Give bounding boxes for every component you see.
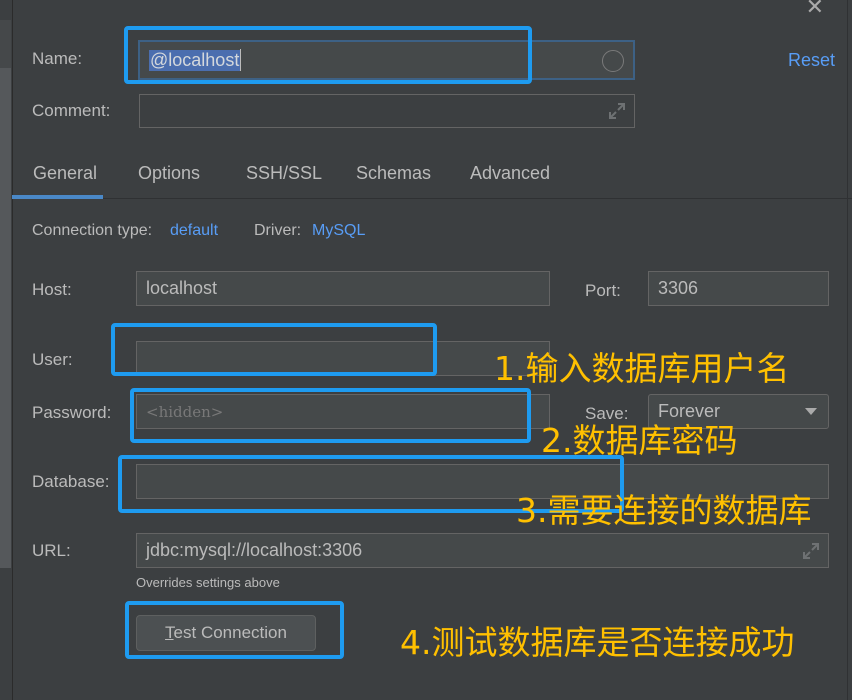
host-value: localhost xyxy=(146,278,218,298)
circle-icon[interactable] xyxy=(602,50,624,72)
tab-schemas[interactable]: Schemas xyxy=(356,163,431,184)
connection-type-link[interactable]: default xyxy=(170,222,218,240)
url-hint: Overrides settings above xyxy=(136,575,280,590)
connection-type-label: Connection type: xyxy=(32,222,153,239)
tab-advanced[interactable]: Advanced xyxy=(470,163,550,184)
text-cursor xyxy=(240,49,242,71)
url-label: URL: xyxy=(32,541,71,560)
url-input[interactable]: jdbc:mysql://localhost:3306 xyxy=(136,533,829,568)
reset-link[interactable]: Reset xyxy=(788,50,835,71)
comment-label: Comment: xyxy=(32,101,111,120)
active-tab-indicator xyxy=(12,195,103,199)
test-connection-button[interactable]: Test Connection xyxy=(136,615,316,651)
tab-divider xyxy=(12,198,852,199)
right-edge-strip xyxy=(847,0,852,700)
name-input[interactable]: @localhost xyxy=(138,40,635,80)
password-input[interactable]: <hidden> xyxy=(136,394,550,429)
host-label: Host: xyxy=(32,280,72,299)
url-value: jdbc:mysql://localhost:3306 xyxy=(146,540,363,560)
tab-options[interactable]: Options xyxy=(138,163,200,184)
driver-label: Driver: xyxy=(254,222,302,239)
close-icon[interactable]: ✕ xyxy=(806,0,824,20)
annotation-note-4: 4.测试数据库是否连接成功 xyxy=(400,623,795,662)
left-sidebar-strip xyxy=(0,0,13,700)
name-input-selected-text: @localhost xyxy=(149,49,241,71)
tab-general[interactable]: General xyxy=(33,163,97,184)
annotation-note-1: 1.输入数据库用户名 xyxy=(494,349,790,388)
port-value: 3306 xyxy=(658,278,699,298)
sidebar-panel[interactable] xyxy=(0,68,11,568)
name-label: Name: xyxy=(32,49,83,68)
user-label: User: xyxy=(32,350,73,369)
sidebar-header xyxy=(0,20,11,68)
password-label: Password: xyxy=(32,403,112,422)
port-input[interactable]: 3306 xyxy=(648,271,829,306)
chevron-down-icon xyxy=(805,408,817,415)
tab-ssh-ssl[interactable]: SSH/SSL xyxy=(246,163,322,184)
port-label: Port: xyxy=(585,281,621,300)
annotation-note-3: 3.需要连接的数据库 xyxy=(516,491,812,530)
comment-input[interactable] xyxy=(139,94,635,128)
password-placeholder: <hidden> xyxy=(146,402,224,421)
user-input[interactable] xyxy=(136,341,550,376)
database-label: Database: xyxy=(32,472,110,491)
expand-icon[interactable] xyxy=(608,102,626,120)
host-input[interactable]: localhost xyxy=(136,271,550,306)
test-connection-label: Test Connection xyxy=(165,623,287,642)
expand-icon[interactable] xyxy=(802,542,820,560)
driver-link[interactable]: MySQL xyxy=(312,222,365,240)
annotation-note-2: 2.数据库密码 xyxy=(541,421,738,460)
